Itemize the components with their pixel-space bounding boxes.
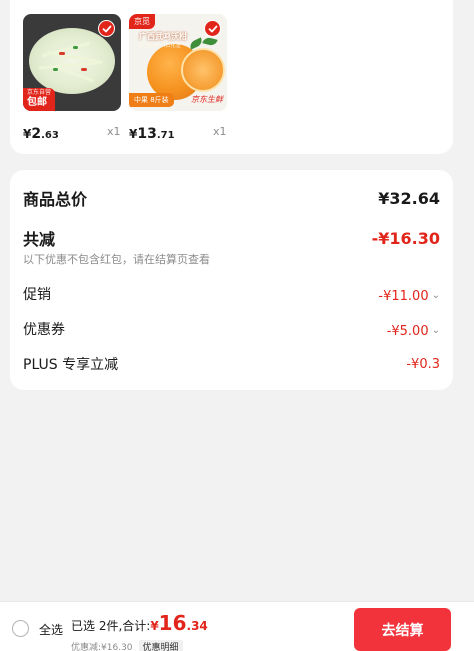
jd-self-operated-tag: 京东自营 包邮: [23, 88, 56, 111]
plus-value: -¥0.3: [406, 356, 440, 372]
peeled-orange: [181, 48, 225, 92]
coupon-row[interactable]: 优惠券 -¥5.00 ⌄: [23, 319, 440, 339]
promo-value: -¥11.00: [378, 288, 429, 304]
weight-badge: 中果 8斤装: [129, 93, 174, 107]
discount-detail-button[interactable]: 优惠明细: [138, 640, 183, 651]
coupon-value: -¥5.00: [386, 323, 429, 339]
promo-label: 促销: [23, 287, 51, 303]
brand-tag: 京觅: [129, 14, 155, 29]
promo-row[interactable]: 促销 -¥11.00 ⌄: [23, 284, 440, 304]
coupon-label: 优惠券: [23, 322, 65, 338]
checkout-bar: 全选 已选 2件,合计:¥16.34 优惠减:¥16.30 优惠明细 去结算: [0, 601, 474, 651]
goods-total-row: 商品总价 ¥32.64: [23, 186, 440, 210]
product-price-potato: ¥2.63: [23, 126, 59, 142]
discount-text: 优惠减:¥16.30: [71, 643, 133, 651]
plus-label: PLUS 专享立减: [23, 357, 119, 373]
total-reduction-label: 共减: [23, 230, 56, 249]
goods-total-label: 商品总价: [23, 190, 88, 209]
chevron-down-icon[interactable]: ⌄: [432, 290, 440, 301]
goods-total-value: ¥32.64: [378, 188, 440, 208]
plus-row: PLUS 专享立减 -¥0.3: [23, 354, 440, 374]
checkout-button[interactable]: 去结算: [354, 608, 451, 651]
discount-line: 优惠减:¥16.30 优惠明细: [71, 640, 183, 651]
product-banner-text: 广西武鸣沃柑: [139, 32, 187, 41]
product-qty-orange: x1: [213, 125, 227, 138]
total-price: ¥16.34: [150, 611, 208, 635]
chevron-down-icon[interactable]: ⌄: [432, 325, 440, 336]
product-banner-subtext: 多汁饱满 入口化渣: [139, 43, 181, 49]
total-reduction-row: 共减 -¥16.30: [23, 226, 440, 250]
product-image-orange[interactable]: 京觅 广西武鸣沃柑 多汁饱满 入口化渣 中果 8斤装 京东生鲜: [129, 14, 227, 111]
select-all-label[interactable]: 全选: [39, 621, 63, 638]
fresh-badge: 京东生鲜: [191, 95, 223, 104]
product-photo-plate: [29, 28, 115, 94]
cart-items-card: 京东自营 包邮 京觅 广西武鸣沃柑 多汁饱满 入口化渣 中果 8斤装 京东生鲜 …: [10, 0, 453, 154]
item-checkbox-checked-icon[interactable]: [98, 20, 115, 37]
item-checkbox-checked-icon[interactable]: [204, 20, 221, 37]
select-all-radio[interactable]: [12, 620, 29, 637]
product-qty-potato: x1: [107, 125, 121, 138]
selected-total-line: 已选 2件,合计:¥16.34: [71, 611, 208, 635]
total-reduction-value: -¥16.30: [371, 228, 440, 248]
product-image-potato[interactable]: 京东自营 包邮: [23, 14, 121, 111]
selected-count-text: 已选 2件,合计:: [71, 619, 151, 633]
product-price-orange: ¥13.71: [129, 126, 175, 142]
discount-note: 以下优惠不包含红包，请在结算页查看: [23, 253, 210, 266]
price-summary-card: 商品总价 ¥32.64 共减 -¥16.30 以下优惠不包含红包，请在结算页查看…: [10, 170, 453, 390]
